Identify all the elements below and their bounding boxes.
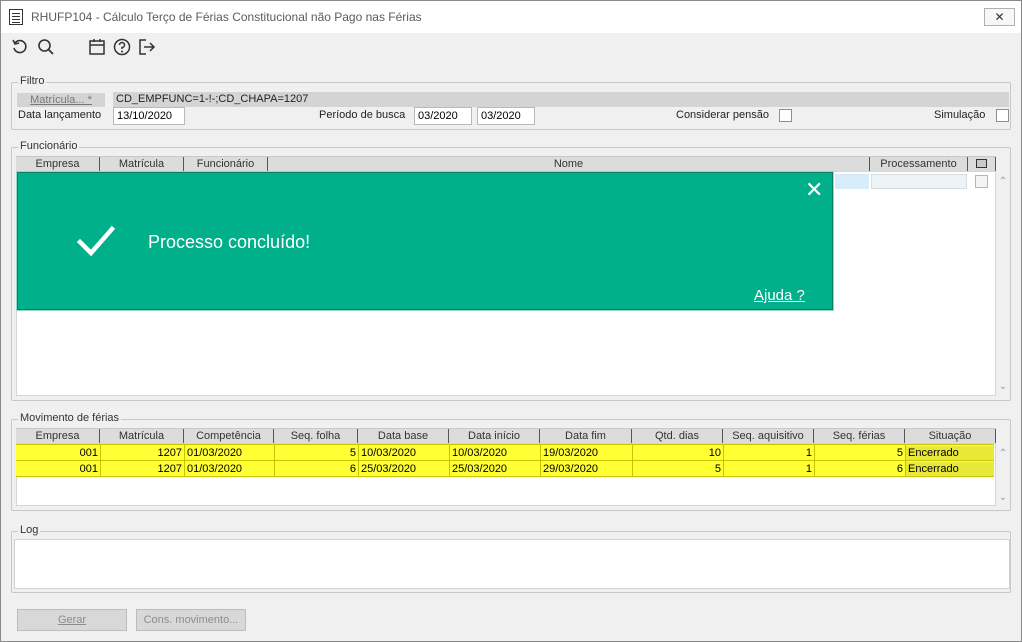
cell-seq-aquisitivo: 1: [805, 447, 812, 459]
movimento-grid-header: Empresa Matrícula Competência Seq. folha…: [16, 428, 996, 443]
log-title: Log: [18, 524, 41, 536]
main-window: RHUFP104 - Cálculo Terço de Férias Const…: [0, 0, 1022, 642]
considerar-pensao-label: Considerar pensão: [676, 109, 769, 121]
checkmark-icon: [76, 225, 116, 257]
column-header[interactable]: Qtd. dias: [632, 429, 723, 443]
calendar-icon[interactable]: [88, 38, 106, 56]
column-header[interactable]: Competência: [184, 429, 274, 443]
table-row[interactable]: 001 1207 01/03/2020 5 10/03/2020 10/03/2…: [16, 444, 994, 461]
cell-competencia: 01/03/2020: [187, 447, 243, 459]
select-all-checkbox[interactable]: [976, 159, 987, 168]
cell-data-base: 25/03/2020: [361, 463, 417, 475]
cell-seq-folha: 6: [349, 463, 356, 475]
cell-seq-folha: 5: [349, 447, 356, 459]
select-all-column[interactable]: [968, 157, 996, 171]
cell-data-inicio: 25/03/2020: [452, 463, 508, 475]
cell-data-fim: 19/03/2020: [543, 447, 599, 459]
cell-situacao: Encerrado: [906, 446, 994, 460]
periodo-busca-label: Período de busca: [319, 109, 406, 121]
column-header[interactable]: Seq. folha: [274, 429, 358, 443]
selected-cell[interactable]: [835, 174, 869, 189]
cell-empresa: 001: [79, 447, 98, 459]
column-header[interactable]: Empresa: [16, 157, 100, 171]
data-lancamento-label: Data lançamento: [18, 109, 102, 121]
log-textarea[interactable]: [14, 539, 1010, 589]
toast-message: Processo concluído!: [148, 232, 311, 252]
funcionario-title: Funcionário: [18, 140, 80, 152]
periodo-inicio-field[interactable]: 03/2020: [414, 107, 472, 125]
success-toast: ✕ Processo concluído! Ajuda ?: [17, 172, 833, 310]
column-header[interactable]: Data fim: [540, 429, 632, 443]
column-header[interactable]: Data início: [449, 429, 540, 443]
processamento-cell[interactable]: [871, 174, 967, 189]
window-title: RHUFP104 - Cálculo Terço de Férias Const…: [31, 10, 422, 24]
considerar-pensao-checkbox[interactable]: [779, 109, 792, 122]
cell-data-inicio: 10/03/2020: [452, 447, 508, 459]
refresh-icon[interactable]: [11, 38, 29, 56]
scroll-up-icon[interactable]: ⌃: [998, 449, 1008, 459]
cell-seq-ferias: 6: [896, 463, 903, 475]
column-header[interactable]: Seq. férias: [814, 429, 905, 443]
periodo-fim-field[interactable]: 03/2020: [477, 107, 535, 125]
row-checkbox[interactable]: [975, 175, 988, 188]
document-icon: [9, 9, 23, 25]
movimento-title: Movimento de férias: [18, 412, 122, 424]
cell-empresa: 001: [79, 463, 98, 475]
cell-matricula: 1207: [157, 447, 182, 459]
search-icon[interactable]: [37, 38, 55, 56]
column-header[interactable]: Data base: [358, 429, 449, 443]
cell-seq-aquisitivo: 1: [805, 463, 812, 475]
help-icon[interactable]: [113, 38, 131, 56]
column-header[interactable]: Empresa: [16, 429, 100, 443]
column-header[interactable]: Matrícula: [100, 429, 184, 443]
exit-icon[interactable]: [138, 38, 156, 56]
cons-movimento-button[interactable]: Cons. movimento...: [136, 609, 246, 631]
scroll-down-icon[interactable]: ⌄: [998, 493, 1008, 503]
data-lancamento-field[interactable]: 13/10/2020: [113, 107, 185, 125]
cell-qtd-dias: 5: [714, 463, 721, 475]
column-header[interactable]: Seq. aquisitivo: [723, 429, 814, 443]
cell-situacao: Encerrado: [906, 462, 994, 476]
column-header[interactable]: Funcionário: [184, 157, 268, 171]
cell-data-base: 10/03/2020: [361, 447, 417, 459]
simulacao-checkbox[interactable]: [996, 109, 1009, 122]
scroll-up-icon[interactable]: ⌃: [998, 177, 1008, 187]
gerar-button[interactable]: Gerar: [17, 609, 127, 631]
column-header[interactable]: Matrícula: [100, 157, 184, 171]
column-header[interactable]: Nome: [268, 157, 870, 171]
cell-competencia: 01/03/2020: [187, 463, 243, 475]
toolbar: [1, 33, 1021, 63]
table-row[interactable]: 001 1207 01/03/2020 6 25/03/2020 25/03/2…: [16, 460, 994, 477]
scroll-down-icon[interactable]: ⌄: [998, 382, 1008, 392]
column-header[interactable]: Situação: [905, 429, 996, 443]
cell-data-fim: 29/03/2020: [543, 463, 599, 475]
matricula-button[interactable]: Matrícula... *: [17, 93, 105, 107]
cell-matricula: 1207: [157, 463, 182, 475]
column-header[interactable]: Processamento: [870, 157, 968, 171]
close-window-button[interactable]: ✕: [984, 8, 1015, 26]
funcionario-grid-header: Empresa Matrícula Funcionário Nome Proce…: [16, 156, 996, 171]
cell-qtd-dias: 10: [708, 447, 721, 459]
filtro-title: Filtro: [18, 75, 47, 87]
help-link[interactable]: Ajuda ?: [754, 287, 805, 304]
simulacao-label: Simulação: [934, 109, 986, 121]
cell-seq-ferias: 5: [896, 447, 903, 459]
close-icon[interactable]: ✕: [805, 179, 823, 201]
title-bar: RHUFP104 - Cálculo Terço de Férias Const…: [1, 1, 1021, 33]
matricula-value: CD_EMPFUNC=1-!-;CD_CHAPA=1207: [113, 92, 1009, 107]
